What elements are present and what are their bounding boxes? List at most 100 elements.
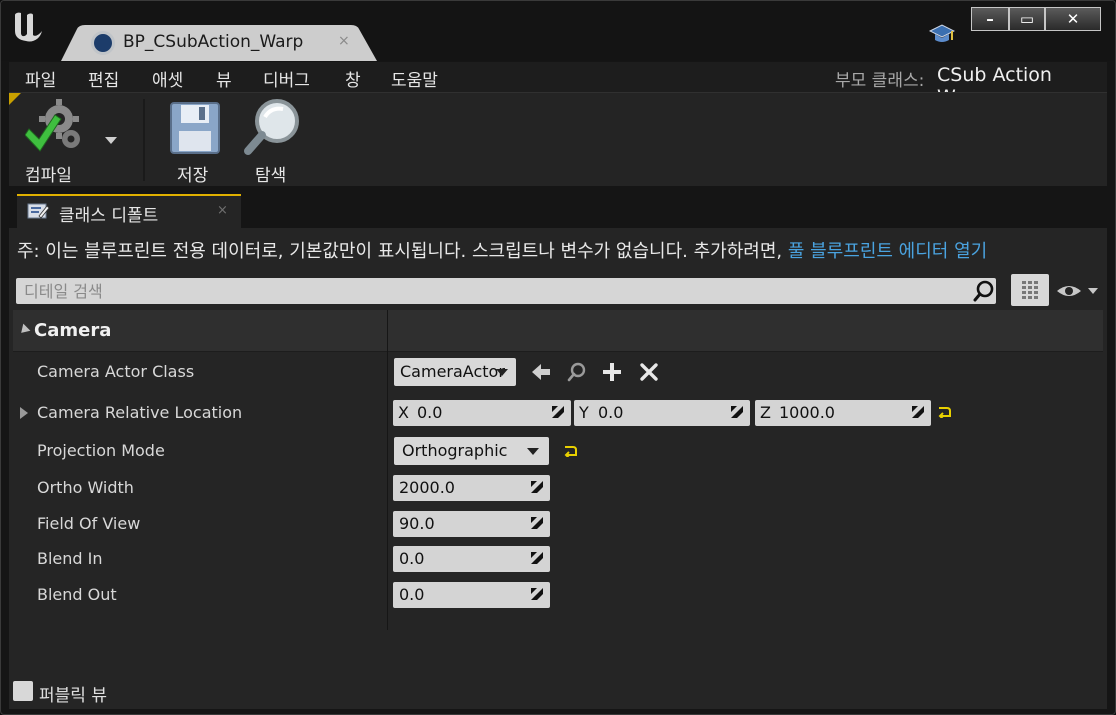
axis-label: X bbox=[398, 403, 409, 422]
browse-label: 탐색 bbox=[255, 166, 287, 186]
restore-button[interactable]: ▭ bbox=[1009, 7, 1045, 31]
chevron-down-icon bbox=[496, 369, 508, 376]
open-full-editor-link[interactable]: 풀 블루프린트 에디터 열기 bbox=[788, 241, 987, 262]
parent-class-label: 부모 클래스: bbox=[835, 71, 925, 91]
eye-icon bbox=[1057, 286, 1098, 296]
use-selected-arrow-icon[interactable] bbox=[530, 361, 552, 383]
drag-spin-icon bbox=[552, 406, 564, 418]
field-value: 0.0 bbox=[598, 403, 624, 422]
blueprint-class-icon bbox=[91, 31, 115, 55]
clear-icon[interactable] bbox=[638, 361, 660, 383]
camera-actor-class-combo[interactable]: CameraActor bbox=[394, 358, 516, 386]
title-bar: BP_CSubAction_Warp × – ▭ ✕ bbox=[1, 1, 1115, 61]
public-view-label: 퍼블릭 뷰 bbox=[39, 686, 107, 706]
collapse-arrow-icon[interactable] bbox=[17, 323, 31, 337]
menu-debug[interactable]: 디버그 bbox=[263, 66, 310, 91]
notice-text: 주: 이는 블루프린트 전용 데이터로, 기본값만이 표시됩니다. 스크립트나 … bbox=[17, 241, 788, 262]
menu-file[interactable]: 파일 bbox=[25, 66, 56, 91]
property-row-blend-in: Blend In 0.0 bbox=[13, 542, 1103, 576]
browse-button[interactable]: 탐색 bbox=[241, 97, 305, 186]
property-label: Projection Mode bbox=[37, 441, 165, 460]
toolbar: 컴파일 저장 탐색 bbox=[9, 92, 1107, 186]
category-title: Camera bbox=[34, 320, 112, 341]
details-panel-icon bbox=[27, 203, 49, 219]
drag-spin-icon bbox=[912, 406, 924, 418]
category-camera[interactable]: Camera bbox=[13, 310, 1103, 352]
tab-class-defaults[interactable]: 클래스 디폴트 × bbox=[17, 194, 241, 228]
unreal-logo-icon bbox=[9, 7, 49, 47]
field-value: 0.0 bbox=[399, 549, 425, 568]
location-y-field[interactable]: Y 0.0 bbox=[574, 400, 750, 426]
field-value: 0.0 bbox=[399, 585, 425, 604]
chevron-down-icon bbox=[527, 448, 539, 455]
add-new-icon[interactable] bbox=[601, 361, 623, 383]
drag-spin-icon bbox=[531, 517, 543, 529]
field-value: 2000.0 bbox=[399, 478, 455, 497]
grid-icon bbox=[1022, 281, 1038, 299]
browse-asset-icon[interactable] bbox=[566, 361, 588, 383]
menu-bar: 파일 편집 애셋 뷰 디버그 창 도움말 부모 클래스: CSub Action… bbox=[9, 62, 1107, 109]
property-label: Ortho Width bbox=[37, 478, 134, 497]
property-row-camera-actor-class: Camera Actor Class CameraActor bbox=[13, 355, 1103, 389]
property-row-field-of-view: Field Of View 90.0 bbox=[13, 507, 1103, 541]
expand-arrow-icon[interactable] bbox=[20, 407, 28, 419]
details-search-box bbox=[16, 278, 996, 304]
search-icon[interactable] bbox=[973, 280, 995, 302]
property-row-projection-mode: Projection Mode Orthographic bbox=[13, 434, 1103, 468]
save-disk-icon bbox=[170, 102, 220, 154]
drag-spin-icon bbox=[731, 406, 743, 418]
compile-icon bbox=[25, 99, 80, 152]
property-row-ortho-width: Ortho Width 2000.0 bbox=[13, 471, 1103, 505]
menu-edit[interactable]: 편집 bbox=[88, 66, 119, 91]
reset-to-default-icon[interactable] bbox=[563, 445, 577, 457]
document-tab[interactable]: BP_CSubAction_Warp × bbox=[61, 25, 379, 61]
toolbar-separator bbox=[143, 99, 145, 181]
axis-label: Y bbox=[579, 403, 589, 422]
drag-spin-icon bbox=[531, 481, 543, 493]
panel-tab-title: 클래스 디폴트 bbox=[59, 206, 159, 226]
save-button[interactable]: 저장 bbox=[165, 97, 225, 186]
tutorial-cap-icon[interactable] bbox=[928, 23, 956, 45]
panel-footer: 퍼블릭 뷰 bbox=[9, 673, 1107, 709]
reset-to-default-icon[interactable] bbox=[937, 406, 951, 418]
property-label: Blend Out bbox=[37, 585, 117, 604]
menu-window[interactable]: 창 bbox=[345, 66, 361, 91]
search-input[interactable] bbox=[24, 280, 954, 302]
save-label: 저장 bbox=[177, 166, 209, 186]
property-row-blend-out: Blend Out 0.0 bbox=[13, 578, 1103, 612]
menu-asset[interactable]: 애셋 bbox=[152, 66, 183, 91]
blueprint-notice: 주: 이는 블루프린트 전용 데이터로, 기본값만이 표시됩니다. 스크립트나 … bbox=[17, 237, 987, 263]
combo-value: CameraActor bbox=[400, 362, 505, 381]
compile-options-dropdown[interactable] bbox=[105, 137, 117, 144]
menu-view[interactable]: 뷰 bbox=[216, 66, 232, 91]
property-label: Blend In bbox=[37, 549, 103, 568]
property-label: Field Of View bbox=[37, 514, 141, 533]
field-value: 90.0 bbox=[399, 514, 435, 533]
blend-out-field[interactable]: 0.0 bbox=[393, 582, 550, 608]
menu-help[interactable]: 도움말 bbox=[391, 66, 438, 91]
tab-close-icon[interactable]: × bbox=[338, 33, 350, 49]
location-z-field[interactable]: Z 1000.0 bbox=[755, 400, 931, 426]
close-window-button[interactable]: ✕ bbox=[1045, 7, 1101, 31]
drag-spin-icon bbox=[531, 588, 543, 600]
field-value: 1000.0 bbox=[779, 403, 835, 422]
field-value: 0.0 bbox=[417, 403, 443, 422]
minimize-button[interactable]: – bbox=[971, 7, 1009, 31]
blueprint-editor-window: BP_CSubAction_Warp × – ▭ ✕ 파일 편집 애셋 뷰 디버… bbox=[0, 0, 1116, 715]
compile-button[interactable]: 컴파일 bbox=[19, 97, 95, 186]
document-tab-title: BP_CSubAction_Warp bbox=[123, 32, 304, 52]
drag-spin-icon bbox=[531, 552, 543, 564]
view-options-button[interactable] bbox=[1055, 280, 1101, 302]
property-matrix-button[interactable] bbox=[1011, 274, 1049, 306]
property-label: Camera Actor Class bbox=[37, 362, 195, 381]
ortho-width-field[interactable]: 2000.0 bbox=[393, 475, 550, 501]
location-x-field[interactable]: X 0.0 bbox=[393, 400, 571, 426]
blend-in-field[interactable]: 0.0 bbox=[393, 546, 550, 572]
magnifier-icon bbox=[244, 99, 299, 155]
field-of-view-field[interactable]: 90.0 bbox=[393, 511, 550, 537]
combo-value: Orthographic bbox=[402, 441, 508, 460]
axis-label: Z bbox=[760, 403, 771, 422]
projection-mode-combo[interactable]: Orthographic bbox=[394, 437, 549, 465]
panel-tab-close-icon[interactable]: × bbox=[217, 203, 228, 218]
public-view-checkbox[interactable] bbox=[13, 681, 33, 701]
